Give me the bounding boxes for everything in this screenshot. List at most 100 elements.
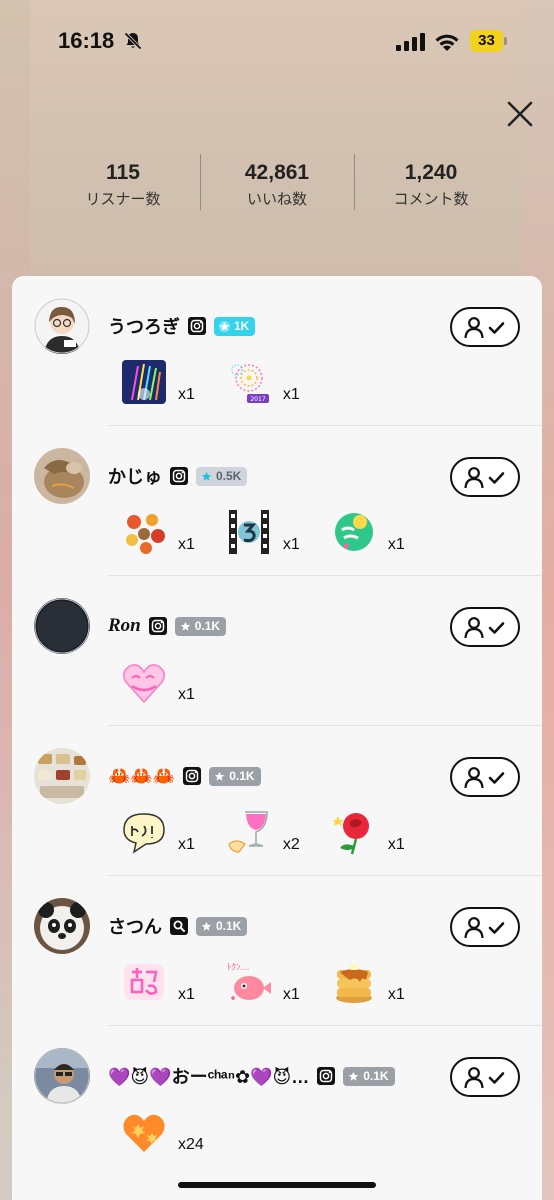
- gift-count: x1: [387, 536, 405, 553]
- listener-row[interactable]: 💜😈💜おーᶜʰᵃⁿ✿💜😈… 0.1K x24: [12, 1026, 542, 1176]
- badge-label: 0.1K: [363, 1069, 389, 1083]
- yoshiyoshi-ball-gift-icon: [334, 513, 373, 551]
- listener-name[interactable]: 💜😈💜おーᶜʰᵃⁿ✿💜😈…: [108, 1063, 309, 1089]
- avatar[interactable]: [34, 1048, 90, 1104]
- follow-button[interactable]: [450, 307, 520, 347]
- gift-count: x1: [282, 986, 300, 1003]
- follow-button[interactable]: [450, 907, 520, 947]
- user-check-icon: [464, 467, 505, 489]
- user-check-icon: [464, 767, 505, 789]
- avatar[interactable]: [34, 598, 90, 654]
- badge-label: 0.5K: [216, 469, 242, 483]
- follow-button[interactable]: [450, 607, 520, 647]
- fireworks-2017-gift-icon: 2017: [231, 364, 269, 403]
- badge-label: 0.1K: [216, 919, 242, 933]
- instagram-icon[interactable]: [188, 317, 206, 335]
- gift-list: x1 x1 x1: [120, 504, 435, 560]
- instagram-icon[interactable]: [183, 767, 202, 785]
- fan-level-badge: 0.1K: [196, 916, 248, 936]
- badge-label: 0.1K: [194, 619, 221, 633]
- wifi-icon: [435, 34, 459, 51]
- gift-count: x1: [178, 686, 195, 703]
- search-profile-icon[interactable]: [170, 917, 188, 935]
- listener-row[interactable]: 🦀🦀🦀 0.1K x1 x2 x1: [12, 726, 542, 876]
- gift-list: x1 ﾄｸﾝ… x1 x1: [120, 954, 435, 1010]
- follow-button[interactable]: [450, 757, 520, 797]
- avatar[interactable]: [34, 748, 90, 804]
- fan-level-badge: 0.1K: [174, 616, 227, 636]
- close-icon[interactable]: [504, 98, 536, 130]
- battery-tip: [504, 37, 507, 45]
- stat-label: コメント数: [393, 191, 469, 208]
- avatar[interactable]: [34, 898, 90, 954]
- stat-value: 115: [106, 161, 140, 184]
- star-icon: [349, 1071, 359, 1081]
- gift-list: x1: [120, 654, 225, 710]
- gift-item: x1: [120, 358, 195, 406]
- gift-item: x1: [120, 508, 195, 556]
- battery-indicator: 33: [470, 30, 507, 52]
- listener-name-line: Ron 0.1K: [108, 614, 227, 638]
- listener-name[interactable]: うつろぎ: [108, 313, 180, 339]
- listener-row[interactable]: さつん 0.1K x1 ﾄｸﾝ… x1 x1: [12, 876, 542, 1026]
- stats-bar: 115 リスナー数 42,861 いいね数 1,240 コメント数: [0, 154, 554, 220]
- red-rose-gift-icon: [331, 813, 369, 855]
- follow-button[interactable]: [450, 1057, 520, 1097]
- listener-name-line: さつん 0.1K: [108, 913, 248, 939]
- gift-item: x24: [120, 1108, 204, 1156]
- gift-count: x1: [387, 986, 405, 1003]
- status-bar: 16:18 33: [0, 0, 554, 84]
- fan-level-badge: 0.1K: [209, 766, 261, 786]
- gift-count: x2: [282, 836, 300, 853]
- gift-count: x1: [282, 386, 300, 403]
- gift-item: x1: [120, 808, 195, 856]
- gift-item: x1: [330, 508, 405, 556]
- listener-name[interactable]: さつん: [108, 913, 162, 939]
- gift-list: x1 x2 x1: [120, 804, 435, 860]
- listener-name[interactable]: 🦀🦀🦀: [108, 766, 175, 787]
- fireworks-sparkle-gift-icon: [122, 360, 166, 404]
- instagram-icon[interactable]: [317, 1067, 336, 1085]
- gift-item: x1: [120, 658, 195, 706]
- listener-row[interactable]: Ron 0.1K x1: [12, 576, 542, 726]
- fan-level-badge: 1K: [214, 316, 256, 336]
- listener-list[interactable]: うつろぎ 1K x1 2017 x1 かじゅ 0.5K x1 x1 x1 Ron…: [12, 276, 542, 1200]
- gift-count: x1: [178, 836, 195, 853]
- gift-list: x24: [120, 1104, 234, 1160]
- moe-text-gift-icon: [124, 964, 164, 1000]
- listener-name-line: 🦀🦀🦀 0.1K: [108, 764, 261, 788]
- stat-likes: 42,861 いいね数: [197, 160, 357, 209]
- avatar[interactable]: [34, 448, 90, 504]
- gift-count: x1: [387, 836, 405, 853]
- instagram-icon[interactable]: [148, 617, 167, 635]
- autumn-leaves-gift-icon: [126, 514, 165, 554]
- pink-drink-glass-gift-icon: [228, 811, 268, 853]
- avatar[interactable]: [34, 298, 90, 354]
- fan-level-badge: 0.5K: [196, 466, 248, 486]
- stat-label: いいね数: [246, 191, 307, 208]
- maple-heart-gift-icon: [123, 1114, 165, 1152]
- listener-name[interactable]: かじゅ: [108, 463, 162, 489]
- film-countdown-3-gift-icon: [228, 510, 269, 554]
- badge-label: 1K: [234, 319, 250, 333]
- listener-name-line: うつろぎ 1K: [108, 313, 256, 339]
- gift-item: x1: [225, 508, 300, 556]
- listener-name-line: 💜😈💜おーᶜʰᵃⁿ✿💜😈… 0.1K: [108, 1064, 395, 1088]
- home-indicator[interactable]: [178, 1182, 376, 1188]
- pancakes-gift-icon: [335, 964, 372, 1003]
- follow-button[interactable]: [450, 457, 520, 497]
- stat-value: 1,240: [404, 161, 458, 184]
- star-icon: [201, 471, 212, 481]
- gift-item: x1: [330, 808, 405, 856]
- instagram-icon[interactable]: [170, 467, 188, 485]
- listener-name[interactable]: Ron: [108, 615, 141, 637]
- stat-value: 42,861: [244, 161, 310, 184]
- moemoe-kyun-heart-gift-icon: [123, 664, 165, 704]
- gift-count: x24: [178, 1136, 204, 1153]
- gift-item: x1: [120, 958, 195, 1006]
- listener-row[interactable]: かじゅ 0.5K x1 x1 x1: [12, 426, 542, 576]
- gift-item: x1: [330, 958, 405, 1006]
- tokun-heart-fish-gift-icon: ﾄｸﾝ…: [227, 962, 271, 1000]
- listener-row[interactable]: うつろぎ 1K x1 2017 x1: [12, 276, 542, 426]
- badge-label: 0.1K: [229, 769, 255, 783]
